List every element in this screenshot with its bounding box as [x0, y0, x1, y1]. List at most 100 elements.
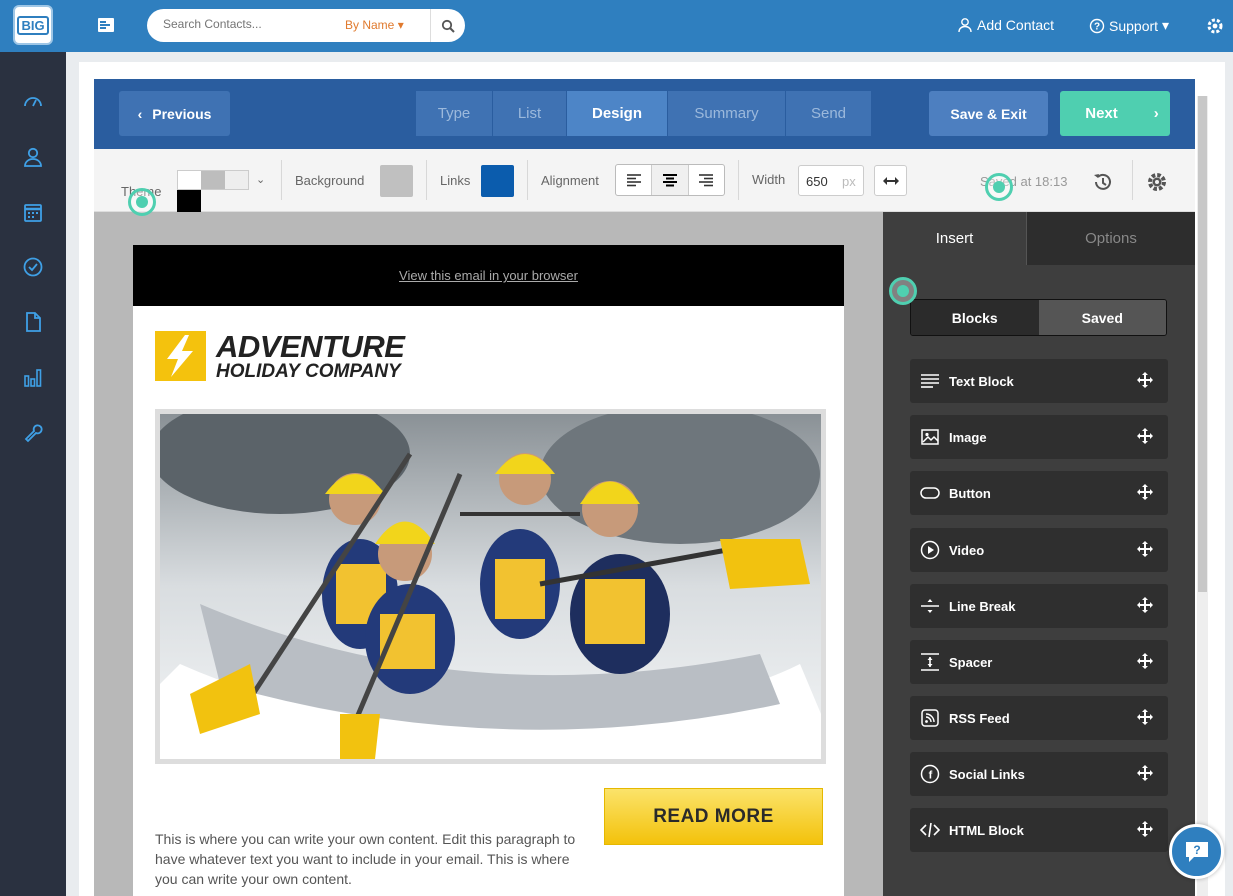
history-icon[interactable]: [1092, 171, 1114, 198]
body-paragraph[interactable]: This is where you can write your own con…: [155, 829, 595, 889]
tab-options[interactable]: Options: [1026, 212, 1195, 265]
move-icon[interactable]: [1136, 540, 1156, 560]
brand-logo[interactable]: ADVENTURE HOLIDAY COMPANY: [155, 331, 405, 382]
settings-gear-icon[interactable]: [1146, 171, 1168, 198]
block-label: Button: [949, 485, 991, 501]
alignment-label: Alignment: [541, 173, 599, 188]
width-value: 650: [806, 174, 828, 189]
tab-insert[interactable]: Insert: [883, 212, 1026, 265]
block-social-links[interactable]: f Social Links: [910, 752, 1168, 796]
theme-swatch-dark[interactable]: [177, 190, 201, 212]
campaign-wizard-bar: ‹ Previous Type List Design Summary Send …: [94, 79, 1195, 149]
question-circle-icon: ?: [1089, 18, 1105, 33]
brand-line-2: HOLIDAY COMPANY: [216, 361, 401, 382]
brand-text: ADVENTURE HOLIDAY COMPANY: [216, 331, 405, 382]
email-preview: View this email in your browser ADVENTUR…: [133, 245, 844, 896]
tools-icon[interactable]: [22, 421, 44, 443]
read-more-button[interactable]: READ MORE: [604, 788, 823, 845]
move-icon[interactable]: [1136, 708, 1156, 728]
step-summary[interactable]: Summary: [668, 91, 786, 136]
support-menu[interactable]: ? Support ▾: [1089, 17, 1169, 34]
search-contacts-box: By Name ▾: [147, 9, 465, 42]
app-logo[interactable]: BIG: [13, 5, 53, 45]
block-line-break[interactable]: Line Break: [910, 584, 1168, 628]
segment-saved[interactable]: Saved: [1038, 300, 1166, 335]
search-mode-label: By Name: [345, 18, 395, 32]
line-break-icon: [920, 596, 940, 616]
blocks-saved-toggle: Blocks Saved: [910, 299, 1167, 336]
image-icon: [920, 427, 940, 447]
theme-picker[interactable]: [177, 170, 249, 190]
text-block-icon: [920, 371, 940, 391]
scrollbar-thumb[interactable]: [1198, 96, 1207, 592]
links-color-swatch[interactable]: [481, 165, 514, 197]
move-icon[interactable]: [1136, 764, 1156, 784]
block-video[interactable]: Video: [910, 528, 1168, 572]
align-center-button[interactable]: [652, 165, 689, 195]
menu-toggle-icon[interactable]: [96, 15, 116, 35]
help-chat-button[interactable]: ?: [1169, 824, 1224, 879]
move-icon[interactable]: [1136, 652, 1156, 672]
block-text[interactable]: Text Block: [910, 359, 1168, 403]
block-html[interactable]: HTML Block: [910, 808, 1168, 852]
view-in-browser-link[interactable]: View this email in your browser: [399, 268, 578, 283]
full-width-toggle-button[interactable]: [874, 165, 907, 196]
gear-icon: [1207, 18, 1223, 34]
alignment-group: [615, 164, 725, 196]
insert-panel: Insert Options Blocks Saved Text Block I…: [883, 212, 1195, 896]
move-icon[interactable]: [1136, 371, 1156, 391]
move-icon[interactable]: [1136, 596, 1156, 616]
calendar-icon[interactable]: [22, 201, 44, 223]
dashboard-icon[interactable]: [22, 91, 44, 113]
width-input[interactable]: 650 px: [798, 165, 864, 196]
block-rss[interactable]: RSS Feed: [910, 696, 1168, 740]
step-send[interactable]: Send: [786, 91, 872, 136]
rafting-photo: [160, 414, 821, 759]
hotspot-marker-saved[interactable]: [985, 173, 1013, 201]
block-button[interactable]: Button: [910, 471, 1168, 515]
next-button[interactable]: Next ›: [1060, 91, 1170, 136]
align-left-button[interactable]: [616, 165, 653, 195]
step-design[interactable]: Design: [567, 91, 668, 136]
align-right-button[interactable]: [689, 165, 724, 195]
search-mode-dropdown[interactable]: By Name ▾: [345, 18, 404, 32]
html-icon: [920, 820, 940, 840]
previous-button[interactable]: ‹ Previous: [119, 91, 230, 136]
move-icon[interactable]: [1136, 483, 1156, 503]
chat-question-icon: ?: [1185, 841, 1208, 862]
block-label: Social Links: [949, 766, 1025, 782]
contacts-icon[interactable]: [22, 146, 44, 168]
spacer-icon: [920, 652, 940, 672]
block-image[interactable]: Image: [910, 415, 1168, 459]
save-exit-button[interactable]: Save & Exit: [929, 91, 1048, 136]
expand-horizontal-icon: [882, 176, 899, 185]
background-color-swatch[interactable]: [380, 165, 413, 197]
next-label: Next: [1085, 105, 1118, 122]
vertical-scrollbar[interactable]: [1197, 96, 1208, 896]
settings-menu[interactable]: [1206, 17, 1224, 35]
support-label: Support: [1109, 17, 1159, 34]
search-icon: [441, 19, 455, 33]
email-preheader: View this email in your browser: [133, 245, 844, 306]
theme-dropdown-icon[interactable]: ⌄: [256, 173, 265, 186]
tasks-icon[interactable]: [22, 256, 44, 278]
add-contact-link[interactable]: Add Contact: [957, 17, 1054, 33]
search-input[interactable]: [163, 17, 333, 31]
svg-text:?: ?: [1193, 843, 1200, 857]
button-icon: [920, 483, 940, 503]
hotspot-marker-theme[interactable]: [128, 188, 156, 216]
search-button[interactable]: [430, 9, 465, 42]
block-spacer[interactable]: Spacer: [910, 640, 1168, 684]
segment-blocks[interactable]: Blocks: [911, 300, 1039, 335]
move-icon[interactable]: [1136, 820, 1156, 840]
hero-image[interactable]: [155, 409, 826, 764]
step-type[interactable]: Type: [416, 91, 493, 136]
email-canvas: View this email in your browser ADVENTUR…: [94, 212, 883, 896]
align-left-icon: [626, 174, 641, 187]
block-label: Text Block: [949, 373, 1014, 389]
step-list[interactable]: List: [493, 91, 567, 136]
documents-icon[interactable]: [22, 311, 44, 333]
reports-icon[interactable]: [22, 366, 44, 388]
hotspot-marker-insert[interactable]: [889, 277, 917, 305]
move-icon[interactable]: [1136, 427, 1156, 447]
